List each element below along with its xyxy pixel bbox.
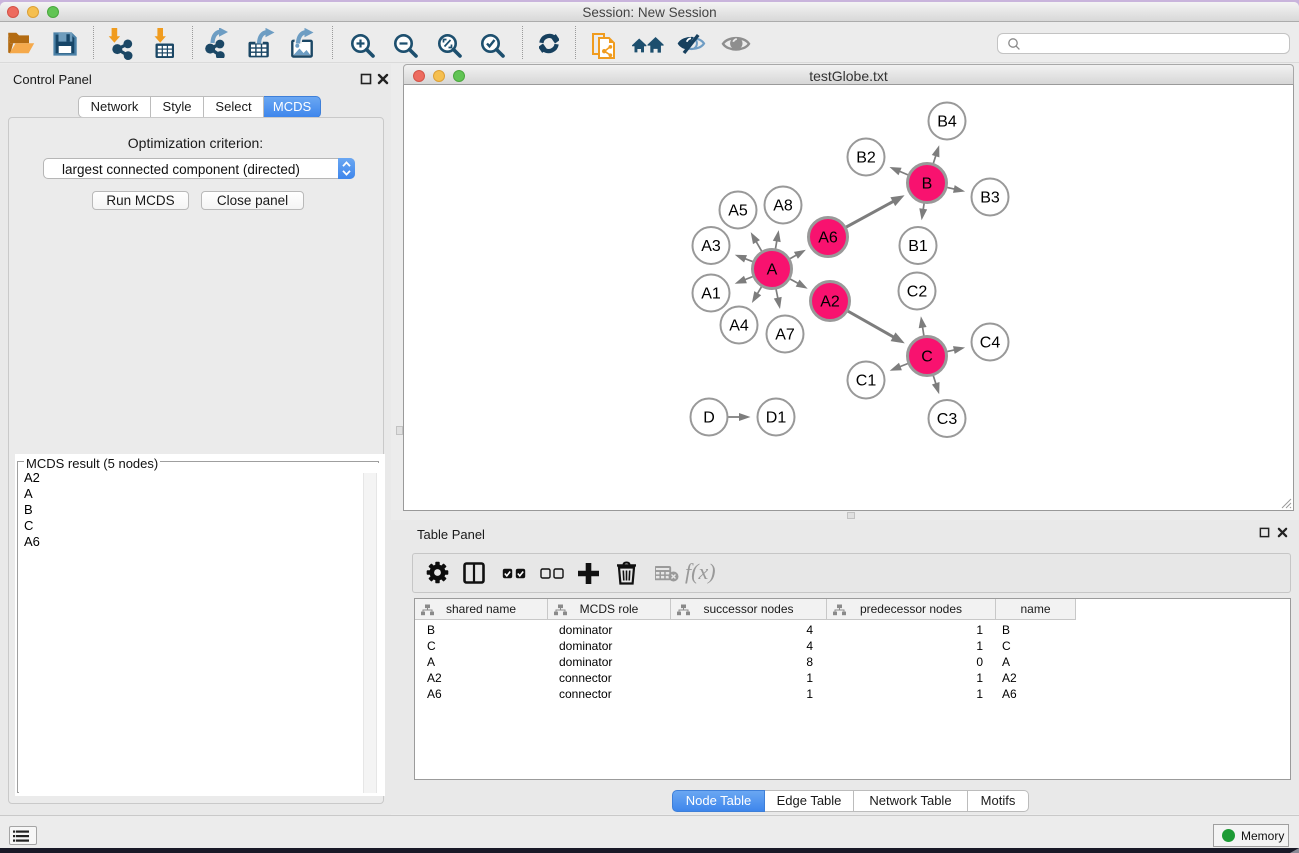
svg-text:B: B bbox=[922, 176, 933, 193]
svg-text:B2: B2 bbox=[856, 150, 876, 167]
svg-text:D: D bbox=[703, 410, 715, 427]
svg-text:C3: C3 bbox=[937, 411, 958, 428]
svg-text:A3: A3 bbox=[701, 238, 721, 255]
svg-text:C: C bbox=[921, 349, 933, 366]
svg-text:A: A bbox=[767, 262, 778, 279]
svg-text:B1: B1 bbox=[908, 238, 928, 255]
svg-text:A5: A5 bbox=[728, 203, 748, 220]
svg-text:A7: A7 bbox=[775, 327, 795, 344]
svg-text:C4: C4 bbox=[980, 335, 1001, 352]
svg-text:A2: A2 bbox=[820, 294, 840, 311]
svg-text:A8: A8 bbox=[773, 198, 793, 215]
svg-text:C2: C2 bbox=[907, 284, 928, 301]
svg-text:B4: B4 bbox=[937, 114, 957, 131]
svg-text:A4: A4 bbox=[729, 318, 749, 335]
svg-text:C1: C1 bbox=[856, 373, 877, 390]
svg-text:A6: A6 bbox=[818, 230, 838, 247]
svg-text:B3: B3 bbox=[980, 190, 1000, 207]
svg-text:A1: A1 bbox=[701, 286, 721, 303]
svg-text:D1: D1 bbox=[766, 410, 787, 427]
